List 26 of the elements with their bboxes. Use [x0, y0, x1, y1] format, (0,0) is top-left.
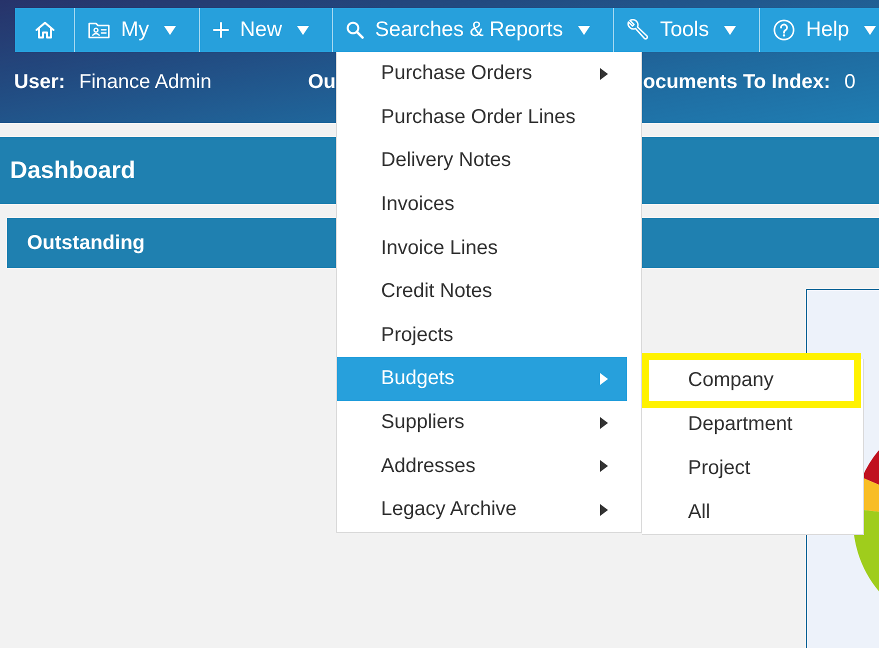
submenu-item[interactable]: All	[642, 490, 863, 534]
info-value: Finance Admin	[79, 70, 212, 94]
info-label: ocuments To Index:	[643, 70, 830, 94]
menu-item[interactable]: Invoice Lines	[337, 226, 627, 270]
plus-icon	[213, 22, 229, 38]
info-label: Ou	[308, 70, 336, 94]
home-icon	[34, 21, 54, 39]
menu-item[interactable]: Credit Notes	[337, 270, 627, 314]
menu-item[interactable]: Delivery Notes	[337, 139, 627, 183]
search-icon	[346, 21, 364, 39]
menu-item[interactable]: Legacy Archive	[337, 488, 627, 532]
dashboard-title: Dashboard	[10, 156, 136, 184]
menu-item[interactable]: Suppliers	[337, 400, 627, 444]
menu-item[interactable]: Invoices	[337, 182, 627, 226]
info-label: User:	[14, 70, 66, 94]
wrench-icon	[626, 19, 649, 41]
menu-item[interactable]: Projects	[337, 314, 627, 358]
info-value: 0	[844, 70, 856, 94]
section-title: Outstanding	[27, 232, 145, 254]
menu-item[interactable]: Addresses	[337, 444, 627, 488]
folder-icon	[88, 21, 110, 39]
menu-item[interactable]: Purchase Order Lines	[337, 96, 627, 140]
submenu-item[interactable]: Project	[642, 446, 863, 490]
submenu-item[interactable]: Company	[642, 353, 861, 408]
help-icon	[772, 19, 795, 41]
menu-item[interactable]: Purchase Orders	[337, 52, 627, 96]
